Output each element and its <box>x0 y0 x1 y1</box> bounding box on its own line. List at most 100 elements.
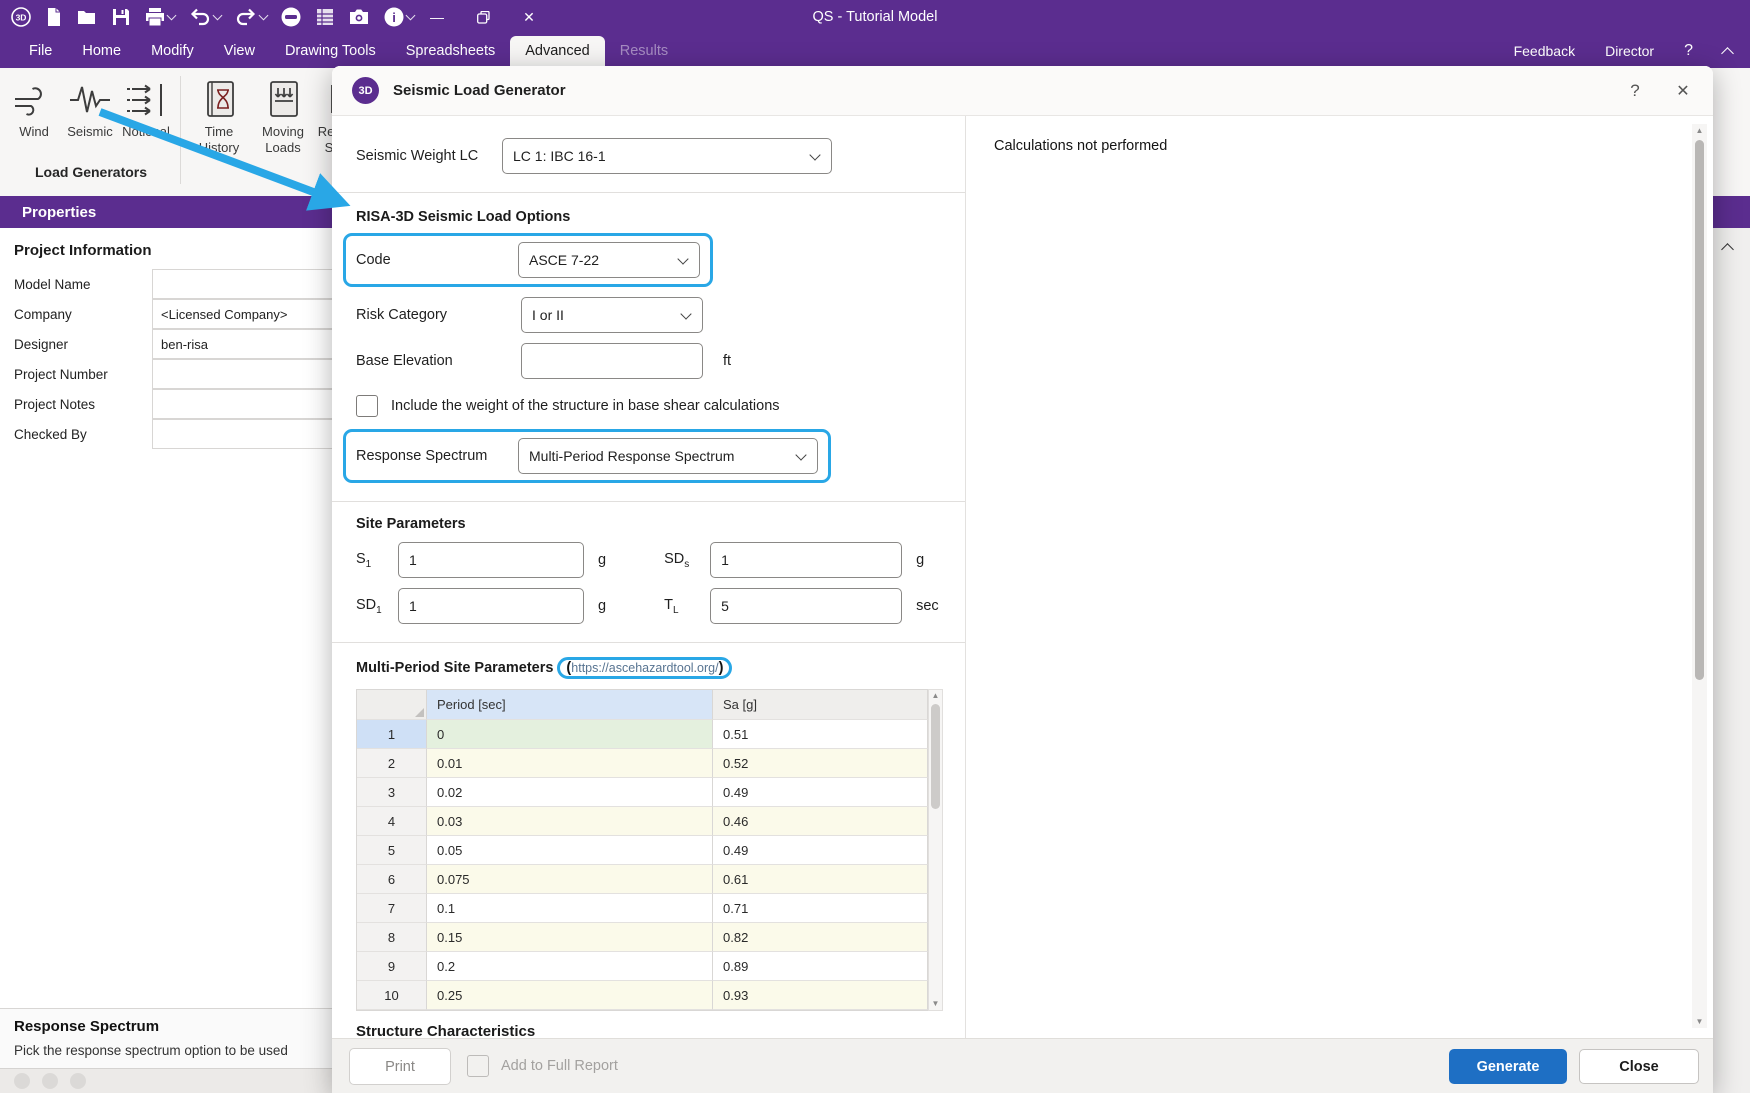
dialog-help-button[interactable]: ? <box>1613 66 1657 116</box>
tab-file[interactable]: File <box>14 36 67 68</box>
period-cell[interactable]: 0.01 <box>427 749 713 778</box>
row-number-cell[interactable]: 2 <box>357 749 427 778</box>
risk-category-dropdown[interactable]: I or II <box>521 297 703 333</box>
minimize-button[interactable]: — <box>414 0 460 34</box>
maximize-button[interactable] <box>460 0 506 34</box>
add-to-report-checkbox[interactable] <box>467 1055 489 1077</box>
app-logo-3d-icon: 3D <box>10 6 32 28</box>
save-icon[interactable] <box>111 7 131 27</box>
scroll-up-icon[interactable]: ▲ <box>932 692 940 700</box>
seismic-button[interactable]: Seismic <box>62 76 118 140</box>
results-scrollbar[interactable]: ▲ ▼ <box>1692 124 1707 1028</box>
collapse-ribbon-icon[interactable] <box>1721 47 1734 60</box>
open-folder-icon[interactable] <box>76 7 98 27</box>
wind-button[interactable]: Wind <box>6 76 62 140</box>
period-cell[interactable]: 0.25 <box>427 981 713 1010</box>
time-history-button[interactable]: Time History <box>187 76 251 156</box>
row-number-cell[interactable]: 7 <box>357 894 427 923</box>
row-number-cell[interactable]: 10 <box>357 981 427 1010</box>
row-number-cell[interactable]: 3 <box>357 778 427 807</box>
dialog-footer: Print Add to Full Report Generate Close <box>332 1038 1713 1093</box>
row-number-cell[interactable]: 1 <box>357 720 427 749</box>
sa-cell[interactable]: 0.71 <box>713 894 928 923</box>
period-cell[interactable]: 0 <box>427 720 713 749</box>
period-cell[interactable]: 0.2 <box>427 952 713 981</box>
close-window-button[interactable]: ✕ <box>506 0 552 34</box>
no-entry-icon[interactable] <box>280 6 302 28</box>
sa-cell[interactable]: 0.82 <box>713 923 928 952</box>
site-param-input[interactable]: 1 <box>398 588 584 624</box>
tab-view[interactable]: View <box>209 36 270 68</box>
period-column-header[interactable]: Period [sec] <box>427 690 713 720</box>
period-cell[interactable]: 0.075 <box>427 865 713 894</box>
site-param-input[interactable]: 1 <box>398 542 584 578</box>
scroll-down-icon[interactable]: ▼ <box>1696 1017 1704 1026</box>
site-param-input[interactable]: 5 <box>710 588 902 624</box>
print-button[interactable]: Print <box>349 1048 451 1085</box>
tab-spreadsheets[interactable]: Spreadsheets <box>391 36 510 68</box>
period-cell[interactable]: 0.05 <box>427 836 713 865</box>
hazard-tool-link[interactable]: https://ascehazardtool.org/ <box>571 661 718 675</box>
generate-button[interactable]: Generate <box>1449 1049 1567 1084</box>
include-weight-checkbox[interactable] <box>356 395 378 417</box>
tab-drawing-tools[interactable]: Drawing Tools <box>270 36 391 68</box>
dialog-close-icon[interactable]: ✕ <box>1661 66 1705 116</box>
close-button[interactable]: Close <box>1579 1049 1699 1084</box>
response-spectrum-dropdown[interactable]: Multi-Period Response Spectrum <box>518 438 818 474</box>
tab-home[interactable]: Home <box>67 36 136 68</box>
scroll-down-icon[interactable]: ▼ <box>932 1000 940 1008</box>
options-heading: RISA-3D Seismic Load Options <box>356 209 945 225</box>
panel-collapse-button[interactable] <box>1712 236 1742 258</box>
dialog-form: Seismic Weight LC LC 1: IBC 16-1 RISA-3D… <box>332 116 965 1038</box>
sa-column-header[interactable]: Sa [g] <box>713 690 928 720</box>
undo-icon[interactable] <box>188 6 221 28</box>
period-cell[interactable]: 0.15 <box>427 923 713 952</box>
info-icon[interactable]: i <box>383 6 414 28</box>
code-dropdown[interactable]: ASCE 7-22 <box>518 242 700 278</box>
row-number-cell[interactable]: 9 <box>357 952 427 981</box>
sa-cell[interactable]: 0.89 <box>713 952 928 981</box>
print-icon[interactable] <box>144 7 175 27</box>
period-cell[interactable]: 0.02 <box>427 778 713 807</box>
base-elevation-input[interactable] <box>521 343 703 379</box>
sa-cell[interactable]: 0.49 <box>713 778 928 807</box>
feedback-menu-item[interactable]: Feedback <box>1514 43 1575 59</box>
director-menu-item[interactable]: Director <box>1605 43 1654 59</box>
sa-cell[interactable]: 0.52 <box>713 749 928 778</box>
tab-results[interactable]: Results <box>605 36 683 68</box>
spreadsheet-icon[interactable] <box>315 7 335 27</box>
row-number-cell[interactable]: 4 <box>357 807 427 836</box>
sa-cell[interactable]: 0.46 <box>713 807 928 836</box>
scrollbar-thumb[interactable] <box>1695 140 1704 680</box>
notional-button[interactable]: Notional <box>118 76 174 140</box>
row-number-cell[interactable]: 6 <box>357 865 427 894</box>
site-param-input[interactable]: 1 <box>710 542 902 578</box>
tab-advanced[interactable]: Advanced <box>510 36 605 68</box>
table-corner-cell[interactable] <box>357 690 427 720</box>
sa-cell[interactable]: 0.51 <box>713 720 928 749</box>
help-menu-icon[interactable]: ? <box>1684 42 1693 60</box>
sa-cell[interactable]: 0.93 <box>713 981 928 1010</box>
row-number-cell[interactable]: 5 <box>357 836 427 865</box>
help-title: Response Spectrum <box>14 1018 159 1035</box>
new-file-icon[interactable] <box>45 7 63 27</box>
table-scrollbar[interactable]: ▲ ▼ <box>928 689 943 1011</box>
sa-cell[interactable]: 0.49 <box>713 836 928 865</box>
redo-icon[interactable] <box>234 6 267 28</box>
site-parameters-heading: Site Parameters <box>356 516 945 532</box>
response-spectrum-row-highlight: Response Spectrum Multi-Period Response … <box>343 429 831 483</box>
title-bar: 3D <box>0 0 1750 34</box>
scroll-up-icon[interactable]: ▲ <box>1696 126 1704 135</box>
chevron-down-icon <box>809 149 820 160</box>
site-param-unit: g <box>598 598 606 614</box>
moving-loads-button[interactable]: Moving Loads <box>251 76 315 156</box>
seismic-weight-lc-dropdown[interactable]: LC 1: IBC 16-1 <box>502 138 832 174</box>
scrollbar-thumb[interactable] <box>931 704 940 809</box>
period-cell[interactable]: 0.1 <box>427 894 713 923</box>
sa-cell[interactable]: 0.61 <box>713 865 928 894</box>
camera-icon[interactable] <box>348 7 370 27</box>
row-number-cell[interactable]: 8 <box>357 923 427 952</box>
tab-modify[interactable]: Modify <box>136 36 209 68</box>
period-cell[interactable]: 0.03 <box>427 807 713 836</box>
include-weight-label: Include the weight of the structure in b… <box>391 398 780 414</box>
